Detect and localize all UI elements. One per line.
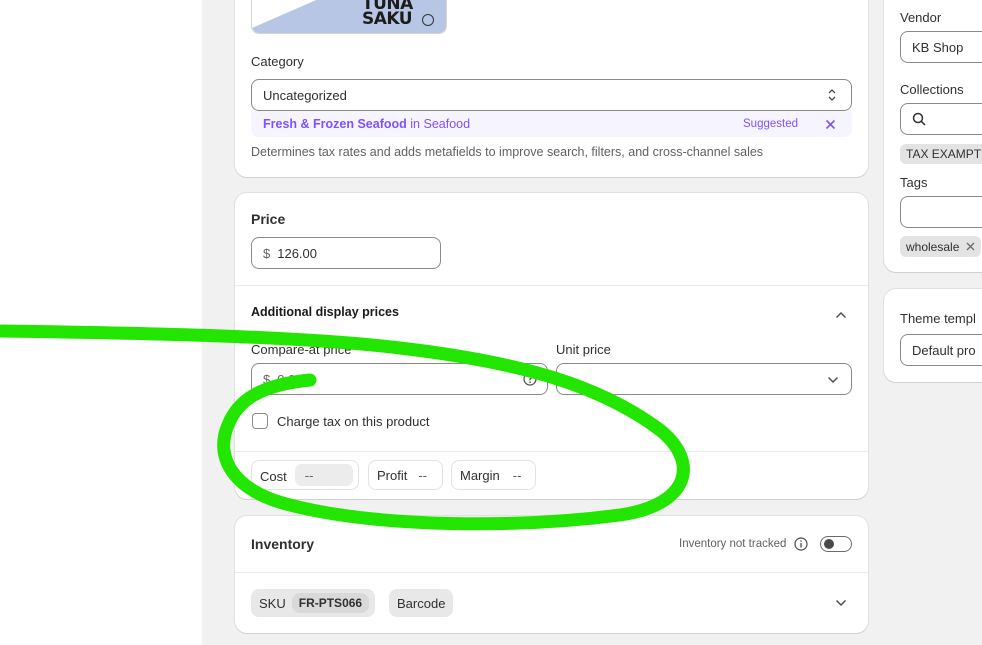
suggested-badge: Suggested: [743, 118, 798, 130]
dismiss-suggestion-icon[interactable]: [824, 118, 836, 130]
suggested-category-link[interactable]: Fresh & Frozen Seafood in Seafood: [263, 117, 470, 131]
inventory-tracking-toggle[interactable]: [820, 536, 852, 552]
theme-template-label: Theme templ: [900, 311, 976, 326]
sku-value: FR-PTS066: [291, 593, 370, 613]
category-select-value: Uncategorized: [263, 87, 347, 103]
cost-divider: [235, 451, 868, 452]
chevron-down-icon[interactable]: [835, 598, 847, 608]
charge-tax-label: Charge tax on this product: [277, 414, 430, 429]
search-icon: [912, 112, 926, 126]
profit-value: --: [418, 467, 428, 483]
seal-icon: [422, 13, 435, 26]
logo-line-2: SAKU: [362, 9, 413, 29]
sku-pill[interactable]: SKU FR-PTS066: [251, 589, 376, 617]
profit-field: Profit --: [368, 460, 443, 490]
compare-value: 0.00: [277, 371, 303, 387]
unit-price-label: Unit price: [556, 342, 611, 357]
price-value: 126.00: [277, 245, 317, 261]
collections-label: Collections: [900, 82, 964, 97]
margin-value: --: [512, 467, 522, 483]
price-card: Price $ 126.00 Additional display prices…: [235, 193, 868, 499]
collection-tag[interactable]: TAX EXAMPT: [900, 144, 982, 164]
margin-label: Margin: [460, 467, 500, 483]
chevron-up-icon[interactable]: [835, 310, 847, 320]
unit-price-select[interactable]: --: [556, 363, 852, 395]
vendor-input[interactable]: KB Shop: [900, 31, 982, 63]
remove-tag-icon[interactable]: [965, 242, 975, 252]
vendor-label: Vendor: [900, 10, 942, 25]
additional-prices-title: Additional display prices: [251, 305, 399, 319]
barcode-pill[interactable]: Barcode: [389, 589, 454, 617]
compare-currency: $: [263, 371, 271, 387]
suggested-category-name: Fresh & Frozen Seafood: [263, 117, 407, 131]
category-label: Category: [251, 54, 304, 69]
vendor-value: KB Shop: [912, 39, 964, 55]
price-currency: $: [263, 245, 271, 261]
margin-field: Margin --: [451, 460, 536, 490]
category-select[interactable]: Uncategorized: [251, 79, 852, 111]
toggle-knob: [824, 539, 834, 549]
inventory-card: Inventory Inventory not tracked SKU FR-P…: [235, 516, 868, 633]
media-category-card: PRIME TUNA SAKU Category Uncategorized F…: [235, 0, 868, 177]
cost-value: --: [294, 464, 353, 486]
help-circle-icon[interactable]: [523, 372, 537, 386]
tag-chip: wholesale: [900, 236, 982, 257]
compare-at-price-input[interactable]: $ 0.00: [251, 363, 548, 395]
charge-tax-checkbox[interactable]: [252, 413, 268, 429]
inventory-divider: [235, 572, 868, 573]
suggested-category-in: in: [410, 117, 420, 131]
organization-card: Vendor KB Shop Collections TAX EXAMPT Ta…: [884, 0, 982, 272]
price-title: Price: [251, 211, 286, 227]
category-help-text: Determines tax rates and adds metafields…: [251, 145, 764, 159]
barcode-label: Barcode: [397, 595, 446, 611]
tags-label: Tags: [900, 175, 928, 190]
tags-input[interactable]: [900, 196, 982, 228]
sku-label: SKU: [259, 595, 286, 611]
category-suggestion-bar: Fresh & Frozen Seafood in Seafood Sugges…: [251, 111, 852, 137]
suggested-category-parent: Seafood: [423, 117, 471, 131]
profit-label: Profit: [377, 467, 408, 483]
collections-search-input[interactable]: [900, 103, 982, 135]
cost-field[interactable]: Cost --: [251, 460, 359, 490]
collection-tag-text: TAX EXAMPT: [906, 147, 982, 161]
product-image-thumbnail[interactable]: PRIME TUNA SAKU: [251, 0, 447, 34]
price-input[interactable]: $ 126.00: [251, 237, 441, 269]
price-divider: [235, 285, 868, 286]
info-circle-icon[interactable]: [794, 537, 808, 551]
chevron-down-icon: [827, 375, 839, 385]
chevron-updown-icon: [827, 88, 837, 102]
inventory-title: Inventory: [251, 536, 315, 552]
tag-chip-text: wholesale: [906, 239, 960, 254]
theme-template-card: Theme templ Default pro: [884, 289, 982, 382]
unit-price-value: --: [568, 371, 577, 387]
compare-at-price-label: Compare-at price: [251, 342, 352, 357]
cost-label: Cost: [260, 469, 287, 484]
product-image-text: PRIME TUNA SAKU: [362, 0, 446, 29]
inventory-tracked-label: Inventory not tracked: [679, 538, 787, 550]
theme-template-value: Default pro: [912, 342, 976, 358]
theme-template-select[interactable]: Default pro: [900, 334, 982, 366]
